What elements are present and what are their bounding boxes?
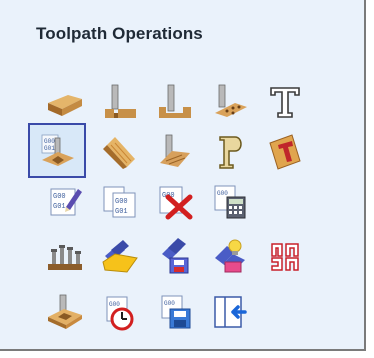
svg-text:G00: G00: [53, 193, 66, 201]
save-toolpath-icon: G00: [161, 295, 191, 329]
merge-template-button[interactable]: [201, 228, 259, 286]
save-template-button[interactable]: [146, 228, 204, 286]
svg-text:G01: G01: [115, 208, 128, 216]
nesting-button[interactable]: [256, 228, 314, 286]
3d-toolpath-icon: G00 G01: [41, 134, 74, 166]
svg-text:G01: G01: [53, 203, 66, 211]
edit-gcode-button[interactable]: G00 G01: [36, 173, 94, 231]
recalculate-gcode-button[interactable]: G00 G01: [91, 173, 149, 231]
estimate-time-button[interactable]: G00: [91, 283, 149, 341]
svg-text:G00: G00: [164, 300, 175, 307]
drilling-toolpath-icon: [215, 84, 247, 117]
delete-toolpath-icon: G00: [159, 186, 193, 220]
nesting-icon: [271, 243, 299, 271]
tool-database-icon: [48, 245, 82, 270]
inlay-toolpath-icon: [269, 134, 301, 170]
toolpath-summary-icon: G00: [214, 185, 246, 219]
texture-toolpath-icon: [160, 134, 190, 167]
toolpath-summary-button[interactable]: G00: [201, 173, 259, 231]
pocket-toolpath-icon: [159, 84, 191, 118]
estimate-time-icon: G00: [106, 296, 134, 331]
folder-templates-button[interactable]: [91, 228, 149, 286]
material-setup-icon: [48, 95, 82, 116]
svg-text:G00: G00: [115, 198, 128, 206]
prism-carving-icon: [219, 136, 242, 169]
preview-toolpath-icon: [48, 294, 82, 329]
toolpath-operations-panel: Toolpath Operations G00 G01 G00 G01 G00 …: [0, 0, 366, 351]
inlay-toolpath-button[interactable]: [256, 123, 314, 181]
svg-text:G01: G01: [44, 145, 55, 152]
fluting-toolpath-icon: [103, 137, 135, 169]
save-template-icon: [162, 238, 189, 274]
merge-template-icon: [215, 239, 245, 273]
preview-toolpath-button[interactable]: [36, 283, 94, 341]
svg-text:G00: G00: [217, 190, 228, 197]
panel-title: Toolpath Operations: [36, 24, 203, 43]
tool-database-button[interactable]: [36, 228, 94, 286]
edit-gcode-icon: G00 G01: [50, 188, 82, 216]
delete-toolpath-button[interactable]: G00: [146, 173, 204, 231]
import-toolpath-icon: [214, 296, 247, 328]
svg-text:G00: G00: [44, 138, 55, 145]
folder-templates-icon: [102, 240, 138, 273]
profile-toolpath-icon: [105, 84, 136, 118]
save-toolpath-button[interactable]: G00: [146, 283, 204, 341]
v-carve-text-icon: [270, 87, 300, 118]
3d-toolpath-button[interactable]: G00 G01: [28, 123, 86, 178]
svg-text:G00: G00: [109, 301, 120, 308]
recalculate-gcode-icon: G00 G01: [103, 186, 136, 218]
import-toolpath-button[interactable]: [201, 283, 259, 341]
